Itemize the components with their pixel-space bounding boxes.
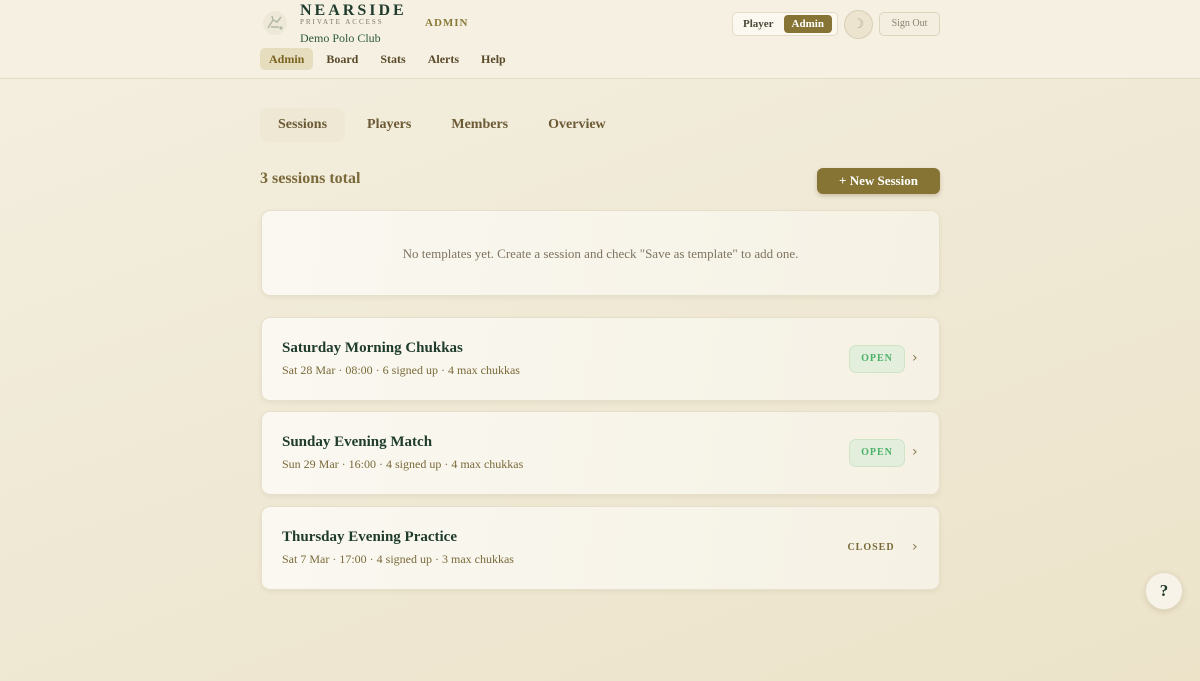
tab-members[interactable]: Members	[433, 108, 526, 142]
nav-item-alerts[interactable]: Alerts	[419, 48, 468, 70]
session-title: Saturday Morning Chukkas	[282, 340, 463, 356]
brand-name: NEARSIDE	[300, 2, 407, 19]
chevron-right-icon: ›	[912, 539, 918, 555]
club-name: Demo Polo Club	[300, 31, 381, 45]
nav-item-board[interactable]: Board	[317, 48, 367, 70]
templates-empty-card: No templates yet. Create a session and c…	[261, 210, 940, 296]
session-card[interactable]: Saturday Morning Chukkas Sat 28 Mar · 08…	[261, 317, 940, 401]
nav-item-help[interactable]: Help	[472, 48, 515, 70]
brand[interactable]: NEARSIDE PRIVATE ACCESS Demo Polo Club	[260, 3, 407, 46]
session-meta: Sun 29 Mar · 16:00 · 4 signed up · 4 max…	[282, 457, 524, 471]
chevron-right-icon: ›	[912, 444, 918, 460]
session-card[interactable]: Sunday Evening Match Sun 29 Mar · 16:00 …	[261, 411, 940, 495]
tab-players[interactable]: Players	[349, 108, 429, 142]
view-toggle: Player Admin	[732, 12, 838, 36]
help-button[interactable]: ?	[1145, 572, 1183, 610]
session-meta: Sat 28 Mar · 08:00 · 6 signed up · 4 max…	[282, 363, 520, 377]
polo-logo-icon	[260, 8, 290, 38]
tab-sessions[interactable]: Sessions	[260, 108, 346, 142]
session-title: Sunday Evening Match	[282, 434, 433, 450]
brand-tagline: PRIVATE ACCESS	[300, 18, 384, 26]
sessions-count: 3 sessions total	[260, 170, 361, 187]
nav-item-stats[interactable]: Stats	[371, 48, 414, 70]
templates-empty-message: No templates yet. Create a session and c…	[402, 246, 799, 261]
moon-icon: ☽	[852, 17, 865, 32]
status-badge: OPEN	[849, 439, 905, 467]
toggle-player[interactable]: Player	[735, 15, 782, 33]
chevron-right-icon: ›	[912, 350, 918, 366]
main-nav: Admin Board Stats Alerts Help	[260, 48, 515, 70]
top-bar: NEARSIDE PRIVATE ACCESS Demo Polo Club A…	[0, 0, 1200, 79]
status-badge: CLOSED	[847, 542, 895, 553]
status-badge: OPEN	[849, 345, 905, 373]
sign-out-button[interactable]: Sign Out	[879, 12, 940, 36]
session-title: Thursday Evening Practice	[282, 529, 457, 545]
toggle-admin[interactable]: Admin	[783, 15, 832, 33]
session-card[interactable]: Thursday Evening Practice Sat 7 Mar · 17…	[261, 506, 940, 590]
new-session-button[interactable]: + New Session	[817, 168, 940, 194]
tab-overview[interactable]: Overview	[530, 108, 624, 142]
session-meta: Sat 7 Mar · 17:00 · 4 signed up · 3 max …	[282, 552, 514, 566]
nav-item-admin[interactable]: Admin	[260, 48, 314, 70]
section-tabs: Sessions Players Members Overview	[260, 108, 628, 142]
theme-toggle-button[interactable]: ☽	[844, 10, 873, 39]
role-badge: ADMIN	[425, 17, 469, 29]
